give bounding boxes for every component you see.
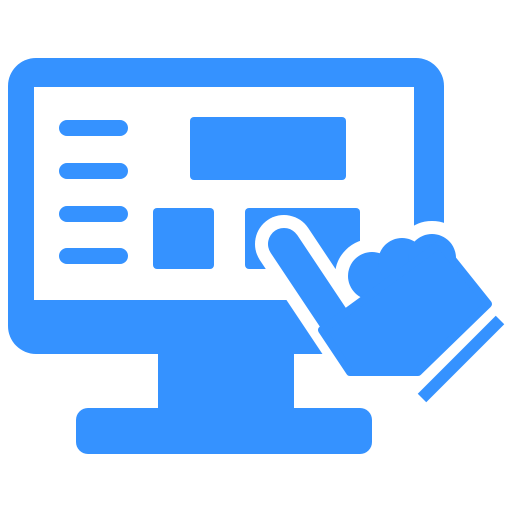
pointing-hand-icon bbox=[255, 215, 512, 415]
menu-line bbox=[59, 163, 128, 179]
menu-line bbox=[59, 248, 128, 264]
icon-canvas bbox=[0, 0, 512, 512]
monitor-touch-icon bbox=[8, 58, 512, 454]
menu-line bbox=[59, 206, 128, 222]
menu-line bbox=[59, 120, 128, 136]
screen-square-block bbox=[153, 208, 214, 269]
monitor-base bbox=[76, 408, 372, 454]
screen-banner-block bbox=[190, 117, 346, 180]
monitor-neck bbox=[158, 352, 294, 414]
